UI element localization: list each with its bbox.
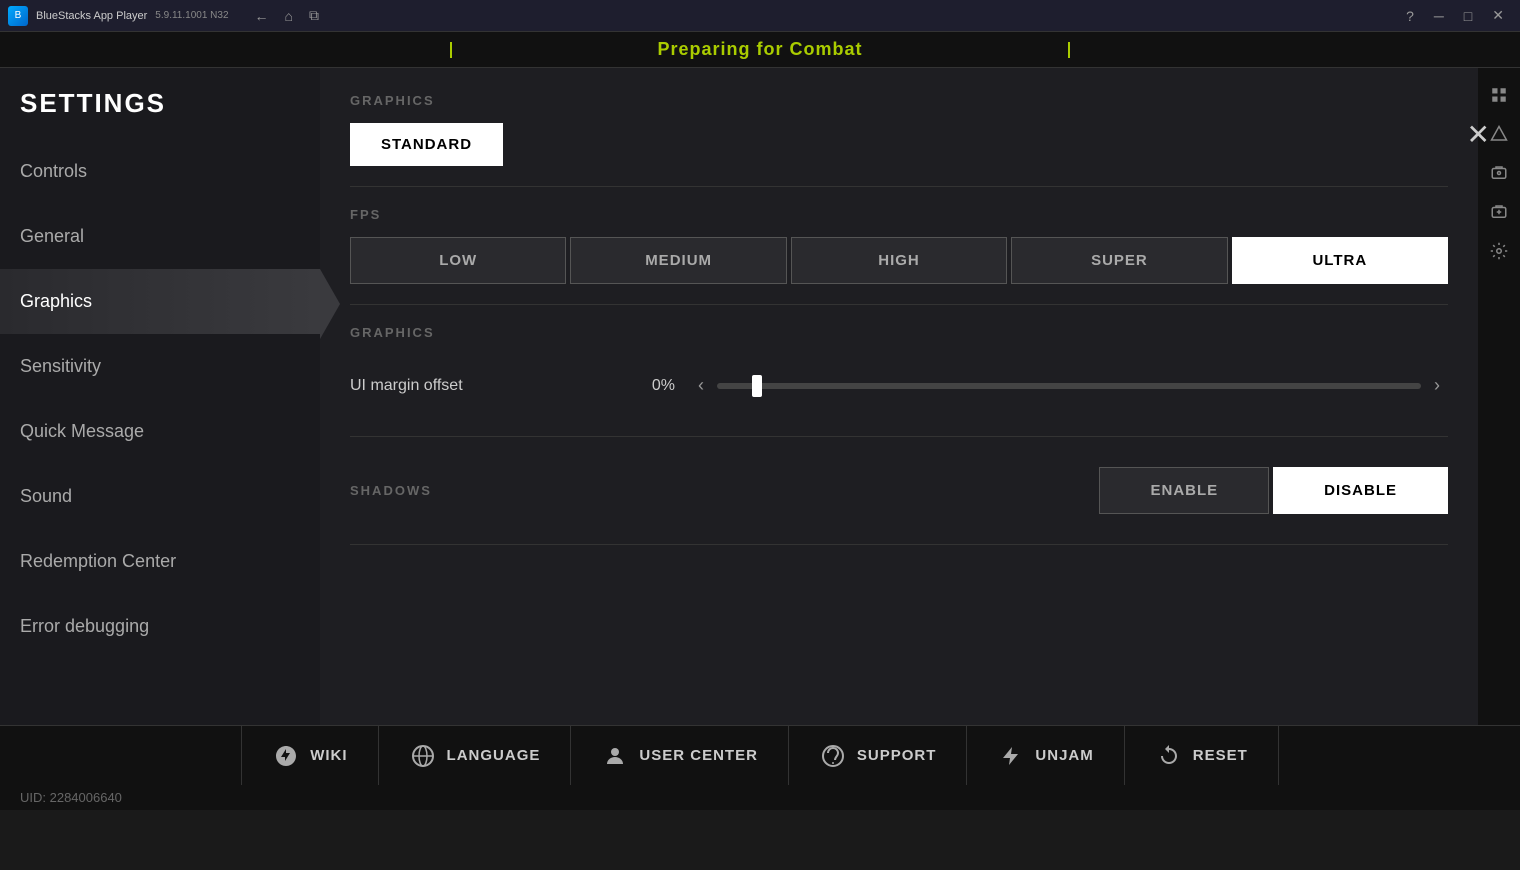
bottom-bar: WIKI LANGUAGE USER CENTER SUPPORT (0, 725, 1520, 785)
user-center-label: USER CENTER (639, 747, 758, 764)
fps-ultra-button[interactable]: ULTRA (1232, 237, 1448, 284)
slider-thumb[interactable] (752, 375, 762, 397)
top-bar-title: Preparing for Combat (657, 39, 862, 60)
slider-track[interactable] (717, 383, 1421, 389)
app-title: BlueStacks App Player (36, 10, 147, 22)
reset-label: RESET (1193, 747, 1248, 764)
uid-label: UID: 2284006640 (20, 790, 122, 805)
sidebar-item-controls[interactable]: Controls (0, 139, 320, 204)
unjam-button[interactable]: UNJAM (967, 726, 1124, 785)
app-icon: B (8, 6, 28, 26)
top-bar-dec-right (1068, 42, 1070, 58)
fps-option-group: LOW MEDIUM HIGH SUPER ULTRA (350, 237, 1448, 284)
right-panel-icon-1[interactable] (1482, 78, 1516, 112)
ui-margin-value: 0% (615, 377, 675, 395)
sidebar-item-general[interactable]: General (0, 204, 320, 269)
language-icon (409, 742, 437, 770)
unjam-label: UNJAM (1035, 747, 1093, 764)
shadows-enable-button[interactable]: ENABLE (1099, 467, 1269, 514)
maximize-button[interactable]: □ (1456, 6, 1480, 26)
minimize-button[interactable]: ─ (1426, 6, 1452, 26)
sidebar: SETTINGS Controls General Graphics Sensi… (0, 68, 320, 725)
user-center-icon (601, 742, 629, 770)
shadows-disable-button[interactable]: DISABLE (1273, 467, 1448, 514)
support-icon (819, 742, 847, 770)
slider-right-arrow[interactable]: › (1426, 370, 1448, 401)
reset-icon (1155, 742, 1183, 770)
graphics-standard-button[interactable]: STANDARD (350, 123, 503, 166)
sidebar-item-quick-message[interactable]: Quick Message (0, 399, 320, 464)
uid-bar: UID: 2284006640 (0, 785, 1520, 810)
shadows-label: SHADOWS (350, 483, 1099, 498)
right-panel-icon-4[interactable] (1482, 195, 1516, 229)
fps-super-button[interactable]: SUPER (1011, 237, 1227, 284)
app-version: 5.9.11.1001 N32 (155, 10, 228, 21)
shadows-button-group: ENABLE DISABLE (1099, 467, 1448, 514)
support-button[interactable]: SUPPORT (789, 726, 968, 785)
ui-margin-offset-row: UI margin offset 0% ‹ › (350, 355, 1448, 416)
settings-title: SETTINGS (0, 78, 320, 139)
ui-margin-label: UI margin offset (350, 377, 600, 395)
language-label: LANGUAGE (447, 747, 541, 764)
top-bar: Preparing for Combat (0, 32, 1520, 68)
reset-button[interactable]: RESET (1125, 726, 1279, 785)
sidebar-item-sound[interactable]: Sound (0, 464, 320, 529)
content-area: GRAPHICS STANDARD FPS LOW MEDIUM HIGH SU… (320, 68, 1478, 725)
copy-button[interactable]: ⧉ (303, 5, 325, 26)
right-panel-icon-5[interactable] (1482, 234, 1516, 268)
shadows-row: SHADOWS ENABLE DISABLE (350, 457, 1448, 524)
title-bar-controls: ? ─ □ ✕ (1398, 5, 1512, 26)
fps-high-button[interactable]: HIGH (791, 237, 1007, 284)
fps-low-button[interactable]: LOW (350, 237, 566, 284)
user-center-button[interactable]: USER CENTER (571, 726, 789, 785)
slider-left-arrow[interactable]: ‹ (690, 370, 712, 401)
title-bar-nav: ← ⌂ ⧉ (249, 5, 325, 26)
graphics-section-title-1: GRAPHICS (350, 93, 1448, 108)
graphics-option-group: STANDARD (350, 123, 1448, 166)
support-label: SUPPORT (857, 747, 937, 764)
top-bar-dec-left (450, 42, 452, 58)
home-button[interactable]: ⌂ (279, 6, 299, 26)
wiki-icon (272, 742, 300, 770)
right-panel-icon-3[interactable] (1482, 156, 1516, 190)
language-button[interactable]: LANGUAGE (379, 726, 572, 785)
wiki-label: WIKI (310, 747, 347, 764)
back-button[interactable]: ← (249, 6, 275, 26)
fps-medium-button[interactable]: MEDIUM (570, 237, 786, 284)
divider-4 (350, 544, 1448, 545)
wiki-button[interactable]: WIKI (241, 726, 378, 785)
right-panel (1478, 68, 1520, 725)
sidebar-item-error-debugging[interactable]: Error debugging (0, 594, 320, 659)
title-bar-left: B BlueStacks App Player 5.9.11.1001 N32 … (8, 5, 325, 26)
window-close-button[interactable]: ✕ (1484, 5, 1512, 26)
settings-close-button[interactable]: ✕ (1467, 118, 1490, 151)
sidebar-item-sensitivity[interactable]: Sensitivity (0, 334, 320, 399)
fps-section-title: FPS (350, 207, 1448, 222)
help-button[interactable]: ? (1398, 6, 1422, 26)
slider-control: ‹ › (690, 370, 1448, 401)
sidebar-item-graphics[interactable]: Graphics (0, 269, 320, 334)
divider-1 (350, 186, 1448, 187)
unjam-icon (997, 742, 1025, 770)
sidebar-item-redemption-center[interactable]: Redemption Center (0, 529, 320, 594)
divider-2 (350, 304, 1448, 305)
graphics-section-title-2: GRAPHICS (350, 325, 1448, 340)
title-bar: B BlueStacks App Player 5.9.11.1001 N32 … (0, 0, 1520, 32)
divider-3 (350, 436, 1448, 437)
